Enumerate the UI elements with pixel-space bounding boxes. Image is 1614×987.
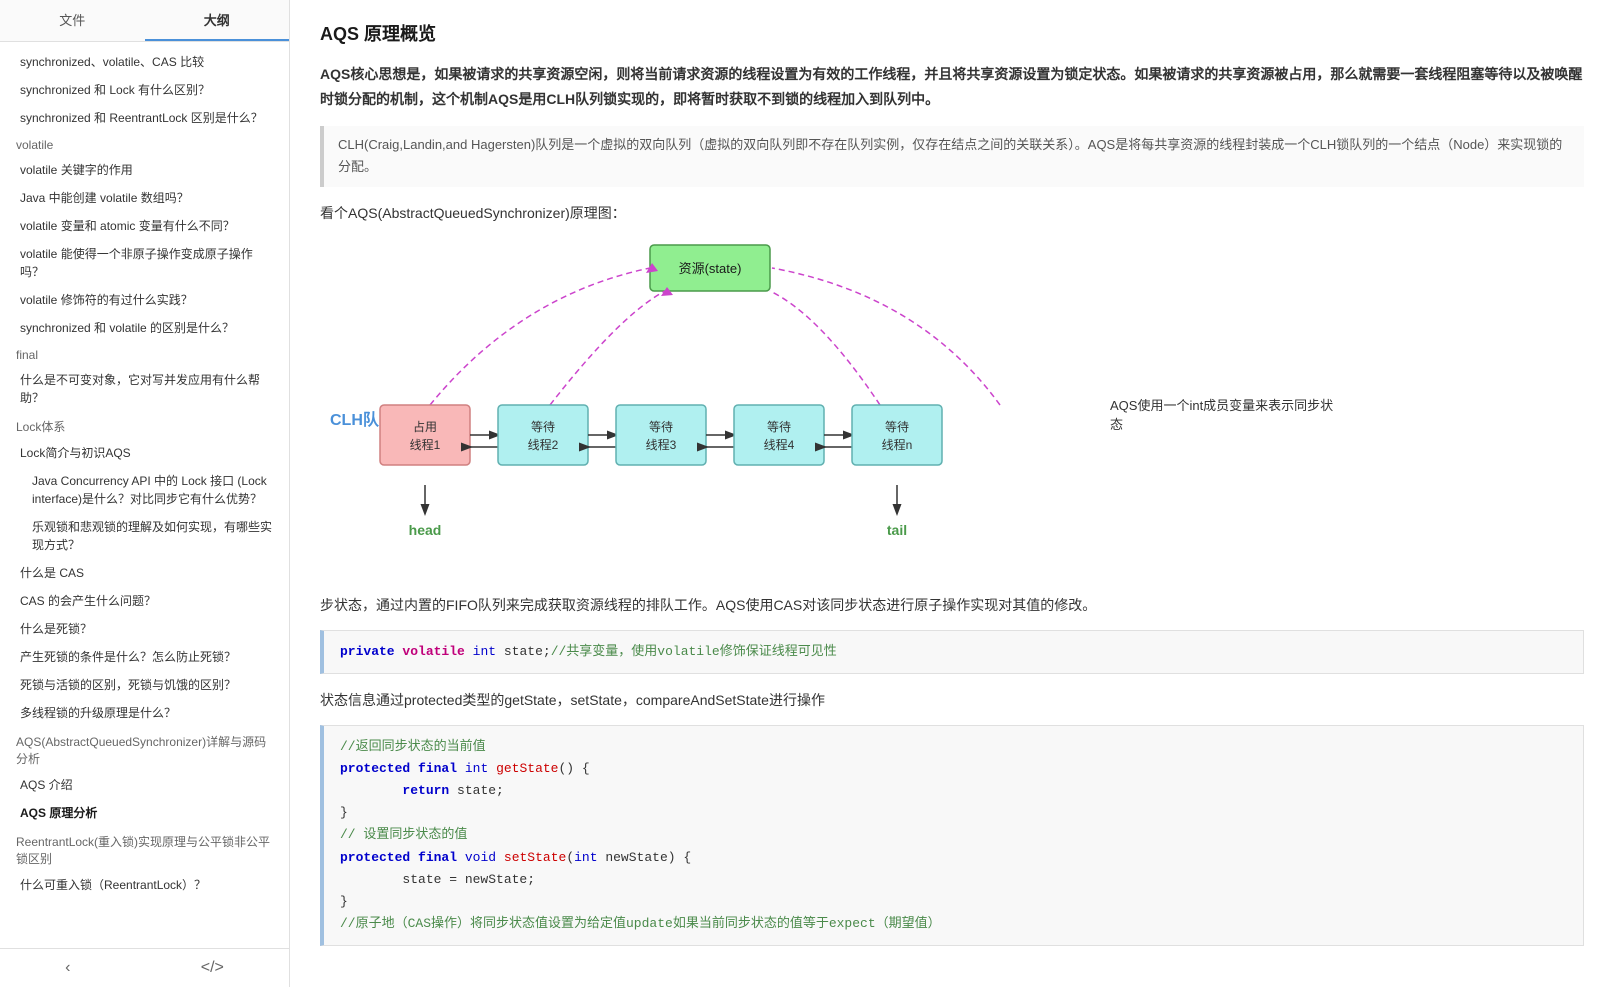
sidebar-content: synchronized、volatile、CAS 比较synchronized… xyxy=(0,42,289,948)
sidebar-item-multithread-upgrade[interactable]: 多线程锁的升级原理是什么？ xyxy=(0,699,289,727)
sidebar-item-final-immutable[interactable]: 什么是不可变对象，它对写并发应用有什么帮助？ xyxy=(0,366,289,412)
sidebar-item-deadlock-prevent[interactable]: 产生死锁的条件是什么？怎么防止死锁？ xyxy=(0,643,289,671)
code-block-2: //返回同步状态的当前值 protected final int getStat… xyxy=(320,725,1584,946)
sidebar-item-lock-api[interactable]: Java Concurrency API 中的 Lock 接口 (Lock in… xyxy=(0,467,289,513)
sidebar-item-aqs-principle[interactable]: AQS 原理分析 xyxy=(0,799,289,827)
svg-text:占用: 占用 xyxy=(413,419,437,434)
sidebar-item-sync-lock[interactable]: synchronized 和 Lock 有什么区别？ xyxy=(0,76,289,104)
aqs-diagram: 资源(state) CLH队列(FIFO) 占用 线程1 xyxy=(320,235,1100,575)
diagram-side-note: AQS使用一个int成员变量来表示同步状态 xyxy=(1110,395,1340,433)
state-info-text: 状态信息通过protected类型的getState，setState，comp… xyxy=(320,688,1584,713)
tab-file[interactable]: 文件 xyxy=(0,0,145,41)
sidebar-item-cas-problems[interactable]: CAS 的会产生什么问题？ xyxy=(0,587,289,615)
svg-text:线程n: 线程n xyxy=(882,437,913,452)
sidebar-item-aqs-intro[interactable]: AQS 介绍 xyxy=(0,771,289,799)
sidebar-item-sync-volatile-diff[interactable]: synchronized 和 volatile 的区别是什么？ xyxy=(0,314,289,342)
blockquote: CLH(Craig,Landin,and Hagersten)队列是一个虚拟的双… xyxy=(320,126,1584,186)
sidebar-item-volatile-keyword[interactable]: volatile 关键字的作用 xyxy=(0,156,289,184)
svg-text:线程3: 线程3 xyxy=(646,437,677,452)
sidebar: 文件 大纲 synchronized、volatile、CAS 比较synchr… xyxy=(0,0,290,987)
sidebar-item-volatile-atomic[interactable]: volatile 变量和 atomic 变量有什么不同？ xyxy=(0,212,289,240)
svg-text:等待: 等待 xyxy=(885,420,909,434)
sidebar-item-volatile-array[interactable]: Java 中能创建 volatile 数组吗？ xyxy=(0,184,289,212)
intro-bold: AQS核心思想是，如果被请求的共享资源空闲，则将当前请求资源的线程设置为有效的工… xyxy=(320,66,1582,107)
nav-back-button[interactable]: ‹ xyxy=(57,957,78,979)
sidebar-tabs: 文件 大纲 xyxy=(0,0,289,42)
svg-text:资源(state): 资源(state) xyxy=(679,261,742,276)
intro-text: AQS核心思想是，如果被请求的共享资源空闲，则将当前请求资源的线程设置为有效的工… xyxy=(320,62,1584,112)
svg-text:等待: 等待 xyxy=(649,420,673,434)
sidebar-item-sync-cas[interactable]: synchronized、volatile、CAS 比较 xyxy=(0,48,289,76)
svg-text:tail: tail xyxy=(887,522,907,538)
sidebar-item-lock-intro[interactable]: Lock简介与初识AQS xyxy=(0,439,289,467)
sidebar-item-live-dead-diff[interactable]: 死锁与活锁的区别，死锁与饥饿的区别？ xyxy=(0,671,289,699)
svg-text:head: head xyxy=(409,522,442,538)
sidebar-item-what-reentrant[interactable]: 什么可重入锁（ReentrantLock）？ xyxy=(0,871,289,899)
tab-outline[interactable]: 大纲 xyxy=(145,0,290,41)
sidebar-item-what-cas[interactable]: 什么是 CAS xyxy=(0,559,289,587)
sidebar-item-volatile-modifier[interactable]: volatile 修饰符的有过什么实践？ xyxy=(0,286,289,314)
sidebar-item-lock-pessimistic[interactable]: 乐观锁和悲观锁的理解及如何实现，有哪些实现方式？ xyxy=(0,513,289,559)
sidebar-item-what-deadlock[interactable]: 什么是死锁？ xyxy=(0,615,289,643)
diagram-label: 看个AQS(AbstractQueuedSynchronizer)原理图： xyxy=(320,203,1584,223)
sidebar-item-reentrantlock[interactable]: ReentrantLock(重入锁)实现原理与公平锁非公平锁区别 xyxy=(0,827,289,871)
svg-text:等待: 等待 xyxy=(531,420,555,434)
svg-text:等待: 等待 xyxy=(767,420,791,434)
code-block-1: private volatile int state;//共享变量，使用vola… xyxy=(320,630,1584,674)
sidebar-bottom-bar: ‹ </> xyxy=(0,948,289,987)
sidebar-item-volatile-atomic2[interactable]: volatile 能使得一个非原子操作变成原子操作吗？ xyxy=(0,240,289,286)
page-title: AQS 原理概览 xyxy=(320,20,1584,46)
svg-text:线程4: 线程4 xyxy=(764,437,795,452)
main-content: AQS 原理概览 AQS核心思想是，如果被请求的共享资源空闲，则将当前请求资源的… xyxy=(290,0,1614,987)
sidebar-item-volatile[interactable]: volatile xyxy=(0,132,289,156)
sidebar-item-sync-reentrant[interactable]: synchronized 和 ReentrantLock 区别是什么？ xyxy=(0,104,289,132)
sidebar-item-lock-system[interactable]: Lock体系 xyxy=(0,412,289,439)
sidebar-item-aqs[interactable]: AQS(AbstractQueuedSynchronizer)详解与源码分析 xyxy=(0,727,289,771)
sidebar-item-final[interactable]: final xyxy=(0,342,289,366)
nav-code-button[interactable]: </> xyxy=(193,957,232,979)
step-text: 步状态，通过内置的FIFO队列来完成获取资源线程的排队工作。AQS使用CAS对该… xyxy=(320,593,1584,618)
svg-text:线程2: 线程2 xyxy=(528,437,559,452)
svg-text:线程1: 线程1 xyxy=(410,437,441,452)
